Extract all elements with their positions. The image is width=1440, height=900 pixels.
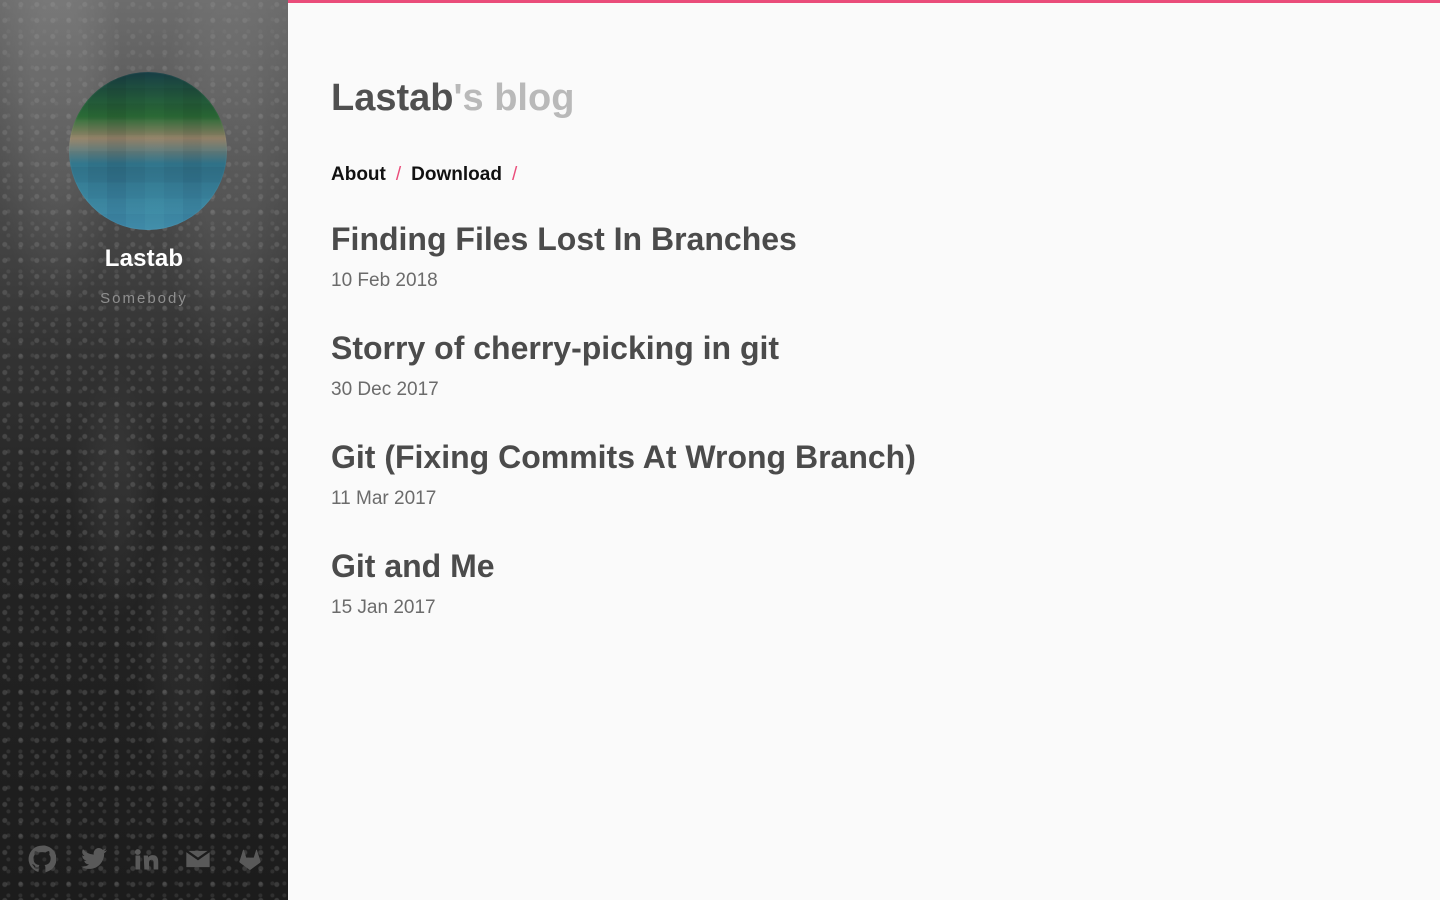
post-date: 30 Dec 2017 [331,379,439,401]
post-item: Finding Files Lost In Branches 10 Feb 20… [331,220,1191,329]
post-title-link[interactable]: Finding Files Lost In Branches [331,220,1191,258]
top-nav: About / Download / [331,164,527,186]
twitter-icon[interactable] [80,845,108,873]
github-icon[interactable] [28,845,56,873]
author-name: Lastab [104,245,184,272]
gitlab-icon[interactable] [236,845,264,873]
blog-title-suffix: 's blog [453,77,575,119]
nav-about[interactable]: About [331,164,386,185]
post-item: Git and Me 15 Jan 2017 [331,547,1191,656]
nav-separator: / [511,164,518,185]
main-content: Lastab's blog About / Download / Finding Fi… [288,0,1440,900]
author-role: Somebody [100,290,188,307]
post-title-link[interactable]: Git and Me [331,547,1191,585]
post-list: Finding Files Lost In Branches 10 Feb 20… [331,220,1191,656]
post-title-link[interactable]: Storry of cherry-picking in git [331,329,1191,367]
nav-separator: / [395,164,402,185]
social-links [28,845,264,873]
nav-download[interactable]: Download [411,164,502,185]
post-date: 11 Mar 2017 [331,488,437,510]
post-item: Git (Fixing Commits At Wrong Branch) 11 … [331,438,1191,547]
post-item: Storry of cherry-picking in git 30 Dec 2… [331,329,1191,438]
linkedin-icon[interactable] [132,845,160,873]
post-date: 15 Jan 2017 [331,597,436,619]
mail-icon[interactable] [184,845,212,873]
post-date: 10 Feb 2018 [331,270,438,292]
avatar [69,72,227,230]
blog-owner: Lastab [331,77,454,119]
blog-title: Lastab's blog [331,76,574,122]
sidebar: Lastab Somebody [0,0,288,900]
post-title-link[interactable]: Git (Fixing Commits At Wrong Branch) [331,438,1191,476]
